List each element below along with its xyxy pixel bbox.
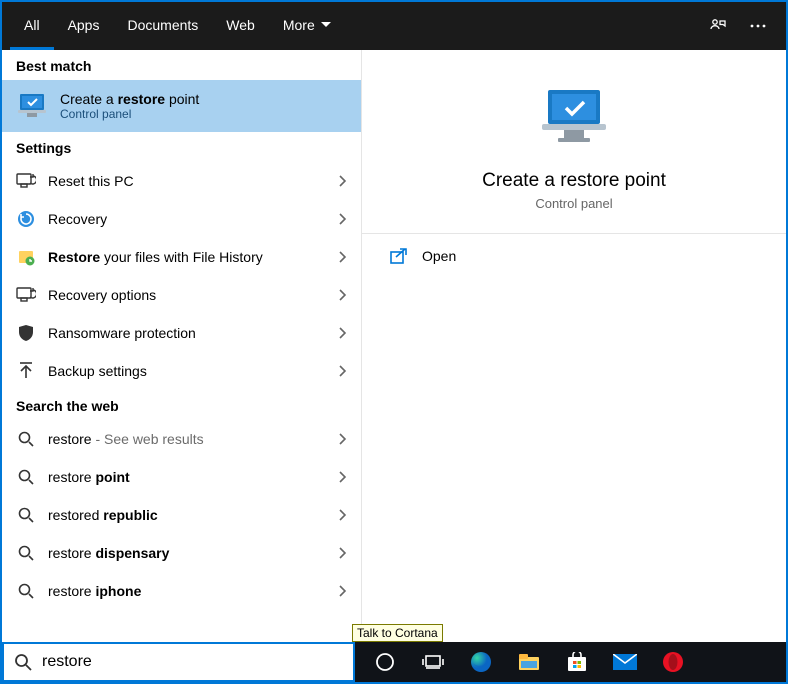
web-item[interactable]: restore point: [2, 458, 361, 496]
preview-subtitle: Control panel: [382, 196, 766, 211]
web-item[interactable]: restore iphone: [2, 572, 361, 610]
edge-app-icon[interactable]: [457, 642, 505, 682]
section-settings: Settings: [2, 132, 361, 162]
filter-tabbar: All Apps Documents Web More: [2, 2, 786, 50]
microsoft-store-icon[interactable]: [553, 642, 601, 682]
tab-more-label: More: [283, 17, 315, 33]
settings-item-recovery[interactable]: Recovery: [2, 200, 361, 238]
preview-pane: Create a restore point Control panel Ope…: [362, 50, 786, 642]
tab-all[interactable]: All: [10, 2, 54, 50]
preview-action-label: Open: [422, 248, 456, 264]
settings-item-ransomware[interactable]: Ransomware protection: [2, 314, 361, 352]
search-icon: [16, 431, 36, 447]
chevron-right-icon: [339, 547, 347, 559]
shield-icon: [16, 324, 36, 342]
reset-pc-icon: [16, 173, 36, 189]
search-icon: [16, 507, 36, 523]
settings-item-label: Reset this PC: [48, 173, 327, 189]
recovery-icon: [16, 210, 36, 228]
more-options-icon[interactable]: [738, 2, 778, 50]
chevron-right-icon: [339, 175, 347, 187]
search-icon: [16, 545, 36, 561]
settings-item-recovery-options[interactable]: Recovery options: [2, 276, 361, 314]
search-input[interactable]: [42, 653, 343, 671]
best-match-title: Create a restore point: [60, 91, 199, 107]
tab-more[interactable]: More: [269, 2, 345, 50]
results-list: Best match Create a restore point: [2, 50, 362, 642]
web-item[interactable]: restore dispensary: [2, 534, 361, 572]
file-history-icon: [16, 248, 36, 266]
settings-item-reset-pc[interactable]: Reset this PC: [2, 162, 361, 200]
search-icon: [14, 653, 32, 671]
section-search-web: Search the web: [2, 390, 361, 420]
cortana-button[interactable]: [361, 642, 409, 682]
settings-item-label: Ransomware protection: [48, 325, 327, 341]
search-window: All Apps Documents Web More Best match: [0, 0, 788, 684]
best-match-subtitle: Control panel: [60, 107, 199, 121]
chevron-right-icon: [339, 365, 347, 377]
web-item[interactable]: restored republic: [2, 496, 361, 534]
settings-item-label: Recovery: [48, 211, 327, 227]
chevron-right-icon: [339, 471, 347, 483]
taskbar: [2, 642, 786, 682]
feedback-icon[interactable]: [698, 2, 738, 50]
chevron-right-icon: [339, 433, 347, 445]
opera-app-icon[interactable]: [649, 642, 697, 682]
settings-item-label: Restore your files with File History: [48, 249, 327, 265]
chevron-right-icon: [339, 327, 347, 339]
open-icon: [390, 248, 408, 264]
chevron-right-icon: [339, 251, 347, 263]
chevron-right-icon: [339, 213, 347, 225]
web-item-label: restore dispensary: [48, 545, 327, 561]
web-item[interactable]: restore - See web results: [2, 420, 361, 458]
web-item-label: restore point: [48, 469, 327, 485]
best-match-result[interactable]: Create a restore point Control panel: [2, 80, 361, 132]
backup-icon: [16, 362, 36, 380]
chevron-right-icon: [339, 585, 347, 597]
settings-item-file-history[interactable]: Restore your files with File History: [2, 238, 361, 276]
section-best-match: Best match: [2, 50, 361, 80]
task-view-button[interactable]: [409, 642, 457, 682]
settings-item-label: Backup settings: [48, 363, 327, 379]
caret-down-icon: [321, 22, 331, 28]
settings-item-label: Recovery options: [48, 287, 327, 303]
search-icon: [16, 469, 36, 485]
search-box[interactable]: [2, 642, 355, 682]
file-explorer-icon[interactable]: [505, 642, 553, 682]
taskbar-icons: [355, 642, 786, 682]
monitor-check-large-icon: [382, 86, 766, 152]
recovery-options-icon: [16, 287, 36, 303]
tab-apps[interactable]: Apps: [54, 2, 114, 50]
search-icon: [16, 583, 36, 599]
chevron-right-icon: [339, 509, 347, 521]
web-item-label: restored republic: [48, 507, 327, 523]
chevron-right-icon: [339, 289, 347, 301]
tab-documents[interactable]: Documents: [113, 2, 212, 50]
web-item-label: restore - See web results: [48, 431, 327, 447]
settings-item-backup[interactable]: Backup settings: [2, 352, 361, 390]
tab-web[interactable]: Web: [212, 2, 269, 50]
cortana-tooltip: Talk to Cortana: [352, 624, 443, 642]
web-item-label: restore iphone: [48, 583, 327, 599]
monitor-check-icon: [16, 90, 48, 122]
preview-title: Create a restore point: [382, 170, 766, 192]
preview-action-open[interactable]: Open: [362, 234, 786, 278]
mail-app-icon[interactable]: [601, 642, 649, 682]
